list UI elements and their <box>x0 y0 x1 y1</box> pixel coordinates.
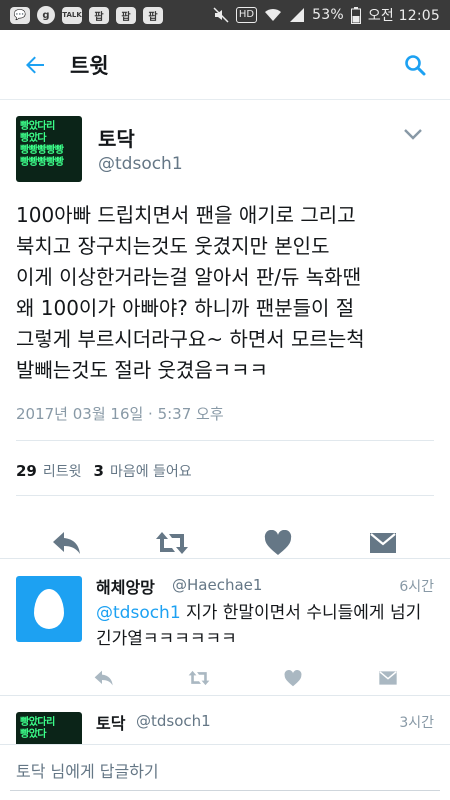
retweet-icon <box>156 532 189 554</box>
avatar-text-line: 빵았다 <box>20 133 47 144</box>
reply-actions <box>86 663 406 693</box>
like-button[interactable] <box>275 663 311 693</box>
author-handle[interactable]: @tdsoch1 <box>98 154 183 174</box>
app-bar: 트윗 <box>0 30 450 100</box>
app-notification-icon-1: 팝 <box>89 6 109 24</box>
divider <box>16 495 434 496</box>
avatar[interactable] <box>16 576 82 642</box>
heart-icon <box>284 669 302 686</box>
app-notification-icon-2: 팝 <box>116 6 136 24</box>
page-title: 트윗 <box>70 53 109 78</box>
app-notification-icon-3: 팝 <box>143 6 163 24</box>
back-button[interactable] <box>0 30 70 100</box>
kakaotalk-notification-icon: TALK <box>62 6 82 24</box>
direct-message-button[interactable] <box>370 663 406 693</box>
g-app-notification-icon: g <box>37 6 55 24</box>
notification-icons: 💬 g TALK 팝 팝 팝 <box>10 6 163 24</box>
reply-tweet[interactable]: 빵았다리 빵았다 토닥 @tdsoch1 3시간 <box>0 696 450 744</box>
envelope-icon <box>379 671 397 685</box>
reply-author-name[interactable]: 해체앙망 <box>96 574 155 598</box>
divider <box>0 558 450 559</box>
reply-icon <box>52 532 80 554</box>
retweet-label[interactable]: 리트윗 <box>43 461 82 481</box>
envelope-icon <box>370 533 397 553</box>
chevron-down-icon[interactable] <box>402 126 424 142</box>
system-status: HD 53% 오전 12:05 <box>213 5 440 25</box>
reply-time: 3시간 <box>399 715 434 731</box>
avatar-text-line: 빵빵빵빵빵 <box>20 157 64 168</box>
avatar-text-line: 빵았다리 <box>20 121 55 132</box>
retweet-count[interactable]: 29 <box>16 462 37 480</box>
signal-icon <box>290 8 305 22</box>
battery-icon <box>350 6 361 24</box>
retweet-icon <box>188 670 210 686</box>
wifi-icon <box>265 8 282 21</box>
clock: 오전 12:05 <box>367 8 440 24</box>
tweet-date: 2017년 03월 16일 · 5:37 오후 <box>16 405 224 423</box>
avatar[interactable]: 빵았다리 빵았다 빵빵빵빵빵 빵빵빵빵빵 <box>16 116 82 182</box>
reply-button[interactable] <box>86 663 122 693</box>
reply-author-handle[interactable]: @Haechae1 <box>172 576 262 594</box>
search-button[interactable] <box>380 30 450 100</box>
divider <box>16 440 434 441</box>
search-icon <box>405 54 426 75</box>
hd-voice-icon: HD <box>235 7 258 23</box>
tweet-stats: 29 리트윗 3 마음에 들어요 <box>16 461 204 481</box>
mention-link[interactable]: @tdsoch1 <box>96 603 181 623</box>
message-notification-icon: 💬 <box>10 6 30 24</box>
avatar-text-line: 빵빵빵빵빵 <box>20 145 64 156</box>
reply-author-handle[interactable]: @tdsoch1 <box>136 712 211 730</box>
reply-tweet[interactable]: 해체앙망 @Haechae1 6시간 @tdsoch1 지가 한말이면서 수니들… <box>0 560 450 695</box>
author-name[interactable]: 토닥 <box>98 123 135 152</box>
retweet-button[interactable] <box>181 663 217 693</box>
battery-percent: 53% <box>312 7 344 23</box>
avatar-text-line: 빵았다 <box>20 729 47 740</box>
tweet-text: 100아빠 드립치면서 팬을 애기로 그리고 북치고 장구치는것도 웃겼지만 본… <box>16 203 365 382</box>
heart-icon <box>264 530 291 555</box>
like-label[interactable]: 마음에 들어요 <box>110 461 192 481</box>
status-bar: 💬 g TALK 팝 팝 팝 HD 53% 오전 12:05 <box>0 0 450 30</box>
reply-time: 6시간 <box>399 579 434 595</box>
reply-icon <box>94 670 113 686</box>
like-count[interactable]: 3 <box>94 462 104 480</box>
avatar[interactable]: 빵았다리 빵았다 <box>16 712 82 744</box>
avatar-text-line: 빵았다리 <box>20 717 55 728</box>
egg-icon <box>34 589 64 629</box>
reply-input[interactable] <box>10 753 440 791</box>
reply-text: @tdsoch1 지가 한말이면서 수니들에게 넘기긴가열ㅋㅋㅋㅋㅋㅋ <box>96 600 436 652</box>
mute-icon <box>213 7 229 23</box>
reply-composer <box>0 744 450 800</box>
reply-author-name[interactable]: 토닥 <box>96 710 125 734</box>
arrow-left-icon <box>26 56 44 73</box>
